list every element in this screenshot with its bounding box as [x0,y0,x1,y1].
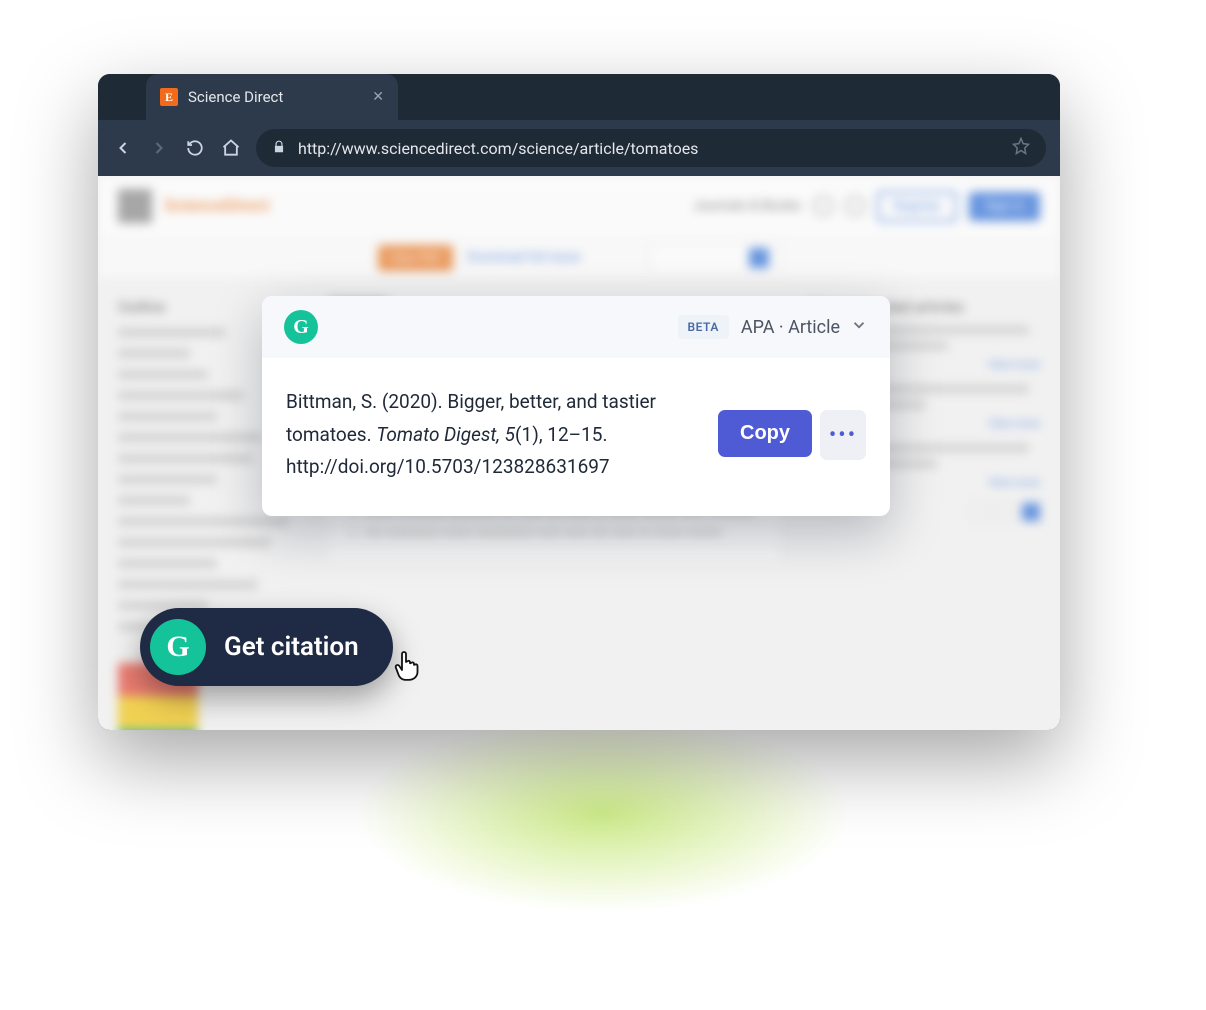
get-citation-button[interactable]: G Get citation [140,608,393,686]
beta-badge: BETA [678,315,729,339]
browser-toolbar: http://www.sciencedirect.com/science/art… [98,120,1060,176]
reload-icon[interactable] [184,137,206,159]
search-icon[interactable] [845,196,865,216]
tab-favicon-icon: E [160,88,178,106]
view-pdf-button[interactable]: View PDF [378,245,453,271]
bookmark-star-icon[interactable] [1012,137,1030,159]
get-citation-label: Get citation [224,632,359,662]
tab-close-icon[interactable]: ✕ [372,89,384,105]
citation-style-dropdown[interactable]: APA · Article [741,316,868,339]
publisher-logo-icon [118,189,152,223]
citation-popup-header: G BETA APA · Article [262,296,890,358]
citation-popup: G BETA APA · Article Bittman, S. (2020).… [262,296,890,516]
top-nav-link[interactable]: Journals & Books [693,198,802,214]
lock-icon [272,139,286,158]
citation-style-label: APA · Article [741,317,840,338]
site-header: ScienceDirect Journals & Books Register … [98,176,1060,236]
page-search-input[interactable] [650,242,780,274]
chevron-down-icon [850,316,868,339]
help-icon[interactable] [813,196,833,216]
more-actions-button[interactable]: ••• [820,410,866,460]
back-icon[interactable] [112,137,134,159]
browser-tab[interactable]: E Science Direct ✕ [146,74,398,120]
forward-icon [148,137,170,159]
background-glow [253,730,953,1010]
article-actions-bar: View PDF Download full issue [98,236,1060,280]
url-text: http://www.sciencedirect.com/science/art… [298,139,1000,158]
download-issue-link[interactable]: Download full issue [467,250,580,265]
signin-button[interactable]: Sign in [969,192,1040,221]
url-bar[interactable]: http://www.sciencedirect.com/science/art… [256,129,1046,167]
grammarly-logo-icon: G [150,619,206,675]
tab-bar: E Science Direct ✕ [98,74,1060,120]
tab-title: Science Direct [188,88,362,106]
register-button[interactable]: Register [877,191,957,222]
home-icon[interactable] [220,137,242,159]
citation-popup-body: Bittman, S. (2020). Bigger, better, and … [262,358,890,516]
copy-button[interactable]: Copy [718,410,812,457]
citation-text: Bittman, S. (2020). Bigger, better, and … [286,386,694,484]
site-brand: ScienceDirect [164,196,270,216]
grammarly-logo-icon: G [284,310,318,344]
